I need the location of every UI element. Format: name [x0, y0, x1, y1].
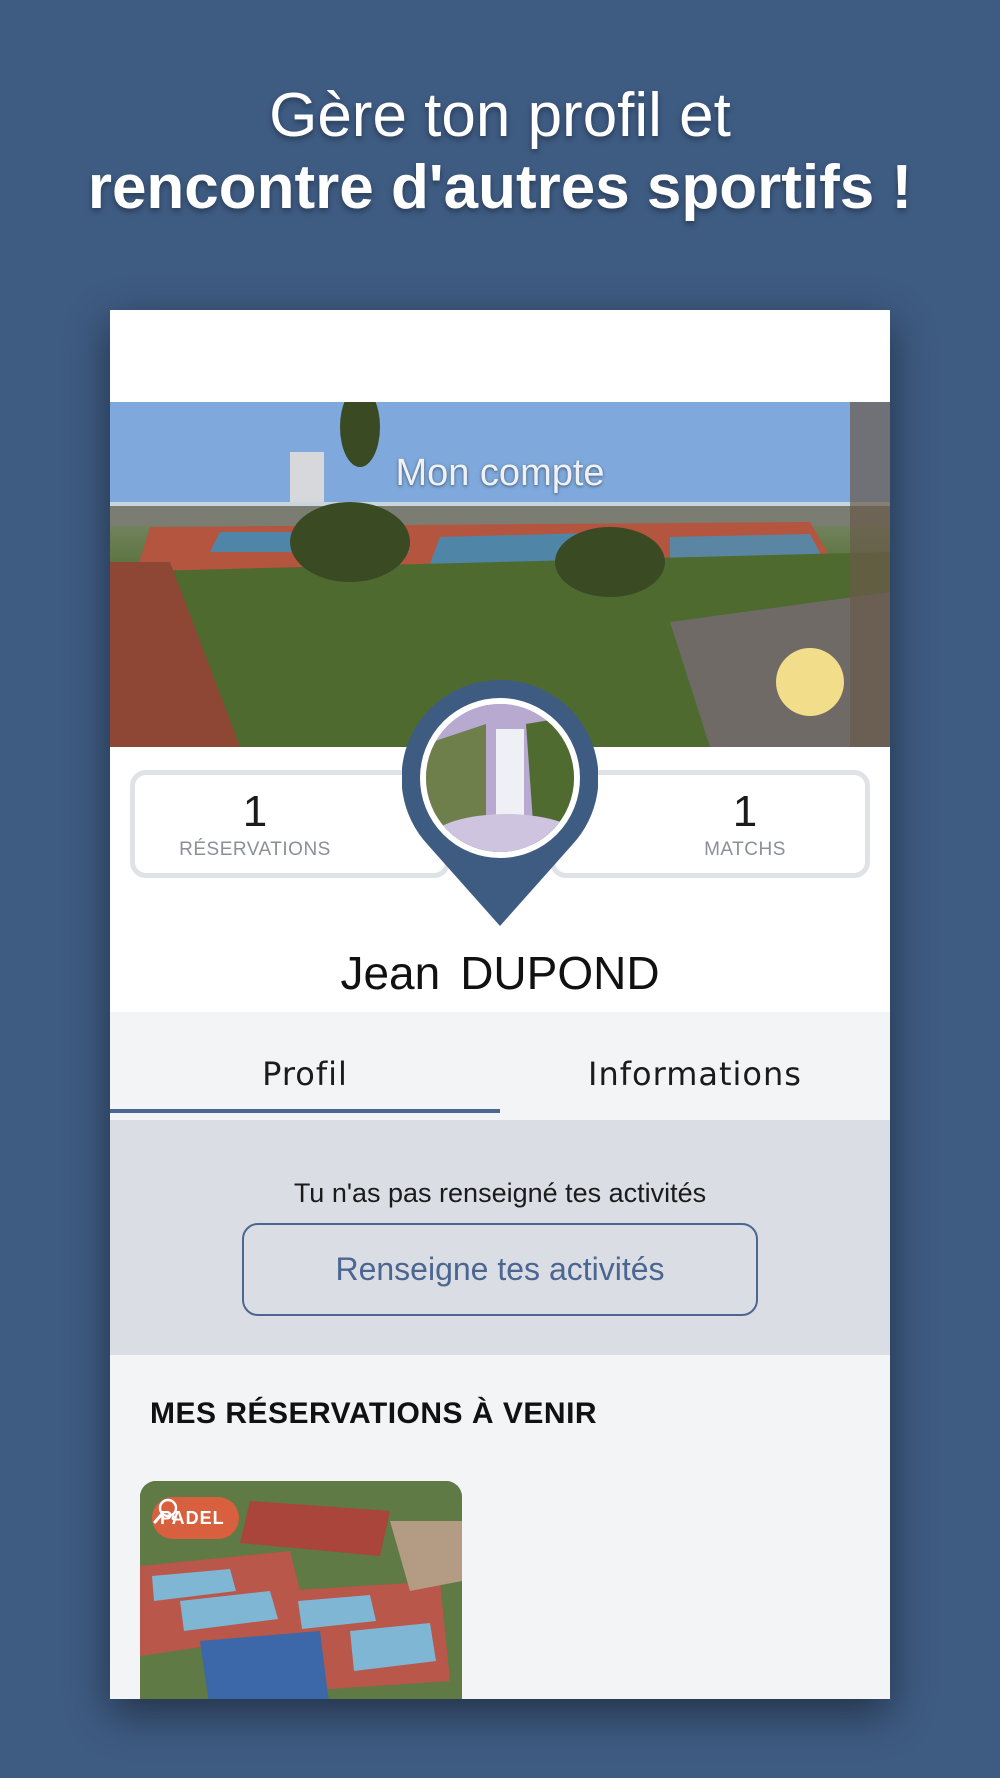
matchs-count: 1	[732, 787, 758, 836]
upcoming-reservations-title: MES RÉSERVATIONS À VENIR	[150, 1397, 598, 1430]
tab-informations[interactable]: Informations	[500, 1012, 890, 1120]
page-title: Mon compte	[395, 452, 605, 494]
activities-panel: Tu n'as pas renseigné tes activités Rens…	[110, 1120, 890, 1355]
top-bar	[110, 310, 890, 402]
racket-icon	[153, 1498, 178, 1524]
promo-line-2: rencontre d'autres sportifs !	[87, 153, 913, 222]
user-name: Jean DUPOND	[110, 946, 890, 1000]
reservations-label: RÉSERVATIONS	[179, 839, 331, 860]
active-tab-indicator	[110, 1109, 500, 1113]
reservations-count: 1	[242, 787, 268, 836]
promo-headline: Gère ton profil et rencontre d'autres sp…	[0, 80, 1000, 224]
fill-activities-button[interactable]: Renseigne tes activités	[242, 1223, 758, 1316]
sport-badge: PADEL	[152, 1497, 239, 1539]
user-last-name: DUPOND	[460, 947, 660, 999]
matchs-label: MATCHS	[704, 839, 786, 860]
profile-tabs: Profil Informations	[110, 1012, 890, 1120]
matchs-stat[interactable]: 1 MATCHS	[550, 770, 870, 878]
phone-screen: Mon compte 1 RÉSERVATIONS 1 MATCHS Jean D…	[110, 310, 890, 1699]
promo-line-1: Gère ton profil et	[269, 81, 731, 150]
tab-profil[interactable]: Profil	[110, 1012, 500, 1120]
activities-empty-message: Tu n'as pas renseigné tes activités	[293, 1178, 707, 1208]
avatar[interactable]	[420, 698, 580, 858]
user-first-name: Jean	[340, 947, 441, 999]
reservation-card[interactable]: PADEL	[140, 1481, 462, 1699]
